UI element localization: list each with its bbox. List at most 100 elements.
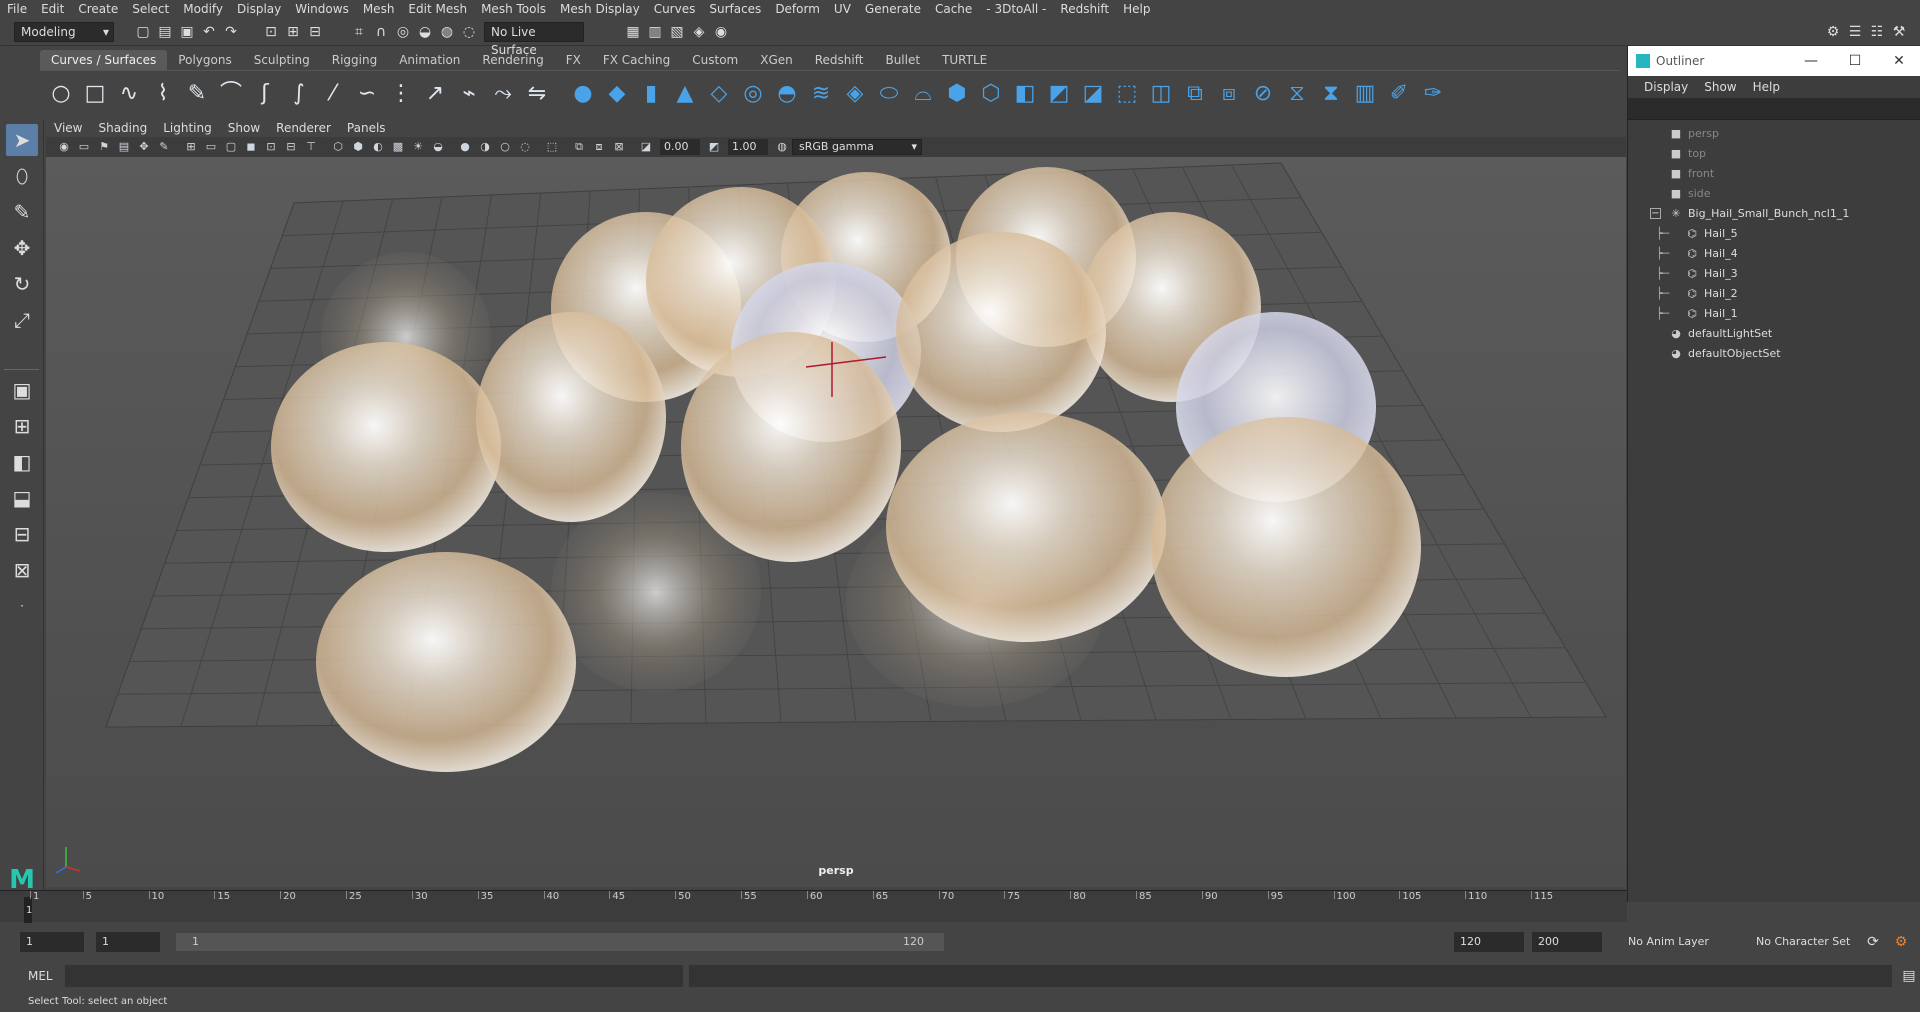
detach-curves-icon[interactable]: ⁄ [318,79,348,109]
shadows-icon[interactable]: ◒ [429,139,447,155]
menu-edit[interactable]: Edit [34,0,71,18]
revolve-icon[interactable]: ◓ [772,79,802,109]
fillet-curve-icon[interactable]: ∽ [352,79,382,109]
shelf-tab-redshift[interactable]: Redshift [804,50,875,70]
minimize-icon[interactable]: — [1789,53,1833,69]
menu-redshift[interactable]: Redshift [1053,0,1116,18]
live-surface-field[interactable]: No Live Surface [484,21,584,57]
outliner-item[interactable]: ┝─ ⌬ Hail_1 [1628,304,1920,324]
outliner-search[interactable] [1628,98,1920,120]
uv-editor-layout-icon[interactable]: ⊠ [6,554,38,586]
animation-prefs-icon[interactable]: ⚙ [1892,933,1910,951]
redo-icon[interactable]: ↷ [222,23,240,41]
menu-file[interactable]: File [0,0,34,18]
ipr-render-icon[interactable]: ▥ [646,23,664,41]
nurbs-sphere-icon[interactable]: ● [568,79,598,109]
save-scene-icon[interactable]: ▣ [178,23,196,41]
persp-outliner-layout-icon[interactable]: ◧ [6,446,38,478]
maximize-icon[interactable]: ☐ [1833,53,1877,69]
scale-tool-icon[interactable]: ⤢ [6,304,38,336]
motion-blur-icon[interactable]: ◑ [476,139,494,155]
project-curve-icon[interactable]: ◪ [1078,79,1108,109]
birail-icon[interactable]: ⌓ [908,79,938,109]
hypershade-icon[interactable]: ◈ [690,23,708,41]
nurbs-torus-icon[interactable]: ◎ [738,79,768,109]
extend-surface-icon[interactable]: ⧗ [1316,79,1346,109]
rebuild-surface-icon[interactable]: ▥ [1350,79,1380,109]
insert-knot-icon[interactable]: ⋮ [386,79,416,109]
pencil-curve-icon[interactable]: ✎ [182,79,212,109]
ep-curve-icon[interactable]: ⌇ [148,79,178,109]
rebuild-curve-icon[interactable]: ⤳ [488,79,518,109]
select-object-icon[interactable]: ⊞ [284,23,302,41]
planar-icon[interactable]: ◈ [840,79,870,109]
expand-toggle-icon[interactable]: − [1650,208,1661,219]
reverse-curve-icon[interactable]: ⇋ [522,79,552,109]
detach-surfaces-icon[interactable]: ⧈ [1214,79,1244,109]
render-view-icon[interactable]: ◉ [712,23,730,41]
loft-icon[interactable]: ≋ [806,79,836,109]
use-all-lights-icon[interactable]: ☀ [409,139,427,155]
command-input[interactable] [64,965,684,987]
outliner-menu-show[interactable]: Show [1696,80,1744,94]
trim-tool-icon[interactable]: ⬚ [1112,79,1142,109]
outliner-menu-display[interactable]: Display [1636,80,1696,94]
menu-cache[interactable]: Cache [928,0,979,18]
new-scene-icon[interactable]: ▢ [134,23,152,41]
outliner-menu-help[interactable]: Help [1745,80,1788,94]
2d-pan-zoom-icon[interactable]: ✥ [135,139,153,155]
shelf-tab-custom[interactable]: Custom [681,50,749,70]
outliner-item[interactable]: ■ top [1628,144,1920,164]
menu-modify[interactable]: Modify [176,0,230,18]
shelf-tab-fx-caching[interactable]: FX Caching [592,50,681,70]
playback-end-field[interactable]: 120 [1454,932,1524,952]
boundary-icon[interactable]: ⬡ [976,79,1006,109]
view-transform-dropdown[interactable]: sRGB gamma ▾ [792,139,922,155]
nurbs-cone-icon[interactable]: ▲ [670,79,700,109]
shelf-tab-xgen[interactable]: XGen [749,50,804,70]
snap-live-icon[interactable]: ◌ [460,23,478,41]
multisample-aa-icon[interactable]: ○ [496,139,514,155]
hail-mesh[interactable] [271,342,501,552]
lasso-tool-icon[interactable]: ⬯ [6,160,38,192]
snap-view-icon[interactable]: ◍ [438,23,456,41]
menu-generate[interactable]: Generate [858,0,928,18]
cv-curve-icon[interactable]: ∿ [114,79,144,109]
auto-key-icon[interactable]: ⟳ [1864,933,1882,951]
depth-of-field-icon[interactable]: ◌ [516,139,534,155]
attribute-editor-icon[interactable]: ☷ [1868,23,1886,41]
viewport-persp[interactable]: persp [46,157,1626,887]
outliner-item[interactable]: − ✳ Big_Hail_Small_Bunch_ncl1_1 [1628,204,1920,224]
character-set-dropdown[interactable]: No Character Set [1750,932,1868,952]
menu-help[interactable]: Help [1116,0,1157,18]
rotate-tool-icon[interactable]: ↻ [6,268,38,300]
xray-joints-icon[interactable]: ⧈ [590,139,608,155]
hail-mesh[interactable] [886,412,1166,642]
shelf-tab-curves-surfaces[interactable]: Curves / Surfaces [40,50,168,70]
four-view-layout-icon[interactable]: ⊞ [6,410,38,442]
menu-edit-mesh[interactable]: Edit Mesh [401,0,474,18]
shelf-tab-animation[interactable]: Animation [388,50,471,70]
viewport-canvas[interactable] [46,157,1626,887]
select-camera-icon[interactable]: ◉ [55,139,73,155]
undo-icon[interactable]: ↶ [200,23,218,41]
sculpt-geometry-icon[interactable]: ✐ [1384,79,1414,109]
nurbs-square-icon[interactable]: □ [80,79,110,109]
end-time-field[interactable]: 200 [1532,932,1602,952]
square-surface-icon[interactable]: ◧ [1010,79,1040,109]
paint-select-icon[interactable]: ✎ [6,196,38,228]
panel-menu-view[interactable]: View [46,121,90,135]
bezier-curve-icon[interactable]: ʃ [250,79,280,109]
safe-action-icon[interactable]: ⊟ [282,139,300,155]
menu-3dtoall[interactable]: - 3DtoAll - [979,0,1053,18]
outliner-item[interactable]: ■ side [1628,184,1920,204]
menu-mesh-tools[interactable]: Mesh Tools [474,0,553,18]
outliner-item[interactable]: ┝─ ⌬ Hail_2 [1628,284,1920,304]
field-chart-icon[interactable]: ⊡ [262,139,280,155]
single-perspective-layout-icon[interactable]: ▣ [6,374,38,406]
extrude-icon[interactable]: ⬭ [874,79,904,109]
close-icon[interactable]: ✕ [1877,53,1920,69]
arc-icon[interactable]: ⌒ [216,79,246,109]
gamma-icon[interactable]: ◩ [705,139,723,155]
untrim-icon[interactable]: ◫ [1146,79,1176,109]
